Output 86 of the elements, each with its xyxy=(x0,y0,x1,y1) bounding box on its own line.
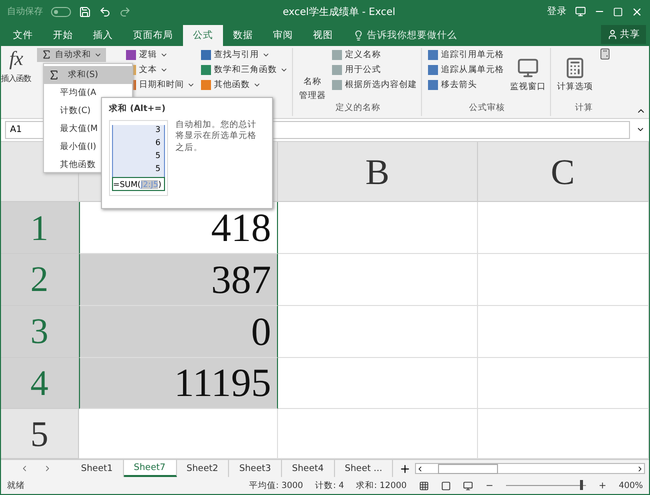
zoom-level[interactable]: 400% xyxy=(618,480,643,491)
tell-me-field[interactable]: 告诉我你想要做什么 xyxy=(367,28,457,42)
ribbon-tab[interactable]: 文件 xyxy=(3,24,43,46)
tooltip-title: 求和 (Alt+=) xyxy=(109,103,167,115)
previous-sheet-icon[interactable] xyxy=(20,464,29,474)
calculation-options-button[interactable]: 计算选项 xyxy=(557,48,593,102)
menu-item[interactable]: 求和(S) xyxy=(44,66,132,84)
group-label: 定义的名称 xyxy=(334,102,382,115)
average-readout: 平均值: 3000 xyxy=(248,480,304,492)
autosum-button[interactable]: 自动求和 xyxy=(37,48,106,62)
autosave-toggle[interactable] xyxy=(51,6,71,17)
page-layout-icon[interactable] xyxy=(440,480,451,491)
ribbon-tab[interactable]: 插入 xyxy=(83,24,123,46)
table-cell: 0 xyxy=(78,306,278,358)
defined-name-button[interactable]: 用于公式 xyxy=(332,62,417,77)
ribbon-tab[interactable]: 开始 xyxy=(43,24,83,46)
category-icon xyxy=(126,50,136,60)
table-cell: 387 xyxy=(78,254,278,306)
monitor-icon xyxy=(517,56,539,79)
function-category-button[interactable]: 查找与引用 xyxy=(201,48,288,62)
sheet-tab[interactable]: Sheet7 xyxy=(124,460,176,478)
normal-view-icon[interactable] xyxy=(418,480,429,491)
function-category-button[interactable]: 数学和三角函数 xyxy=(201,62,288,77)
redo-icon[interactable] xyxy=(119,6,131,18)
insert-function-button[interactable]: fx 插入函数 xyxy=(1,48,31,116)
row-header[interactable]: 5 xyxy=(1,409,79,460)
ribbon-tab[interactable]: 审阅 xyxy=(263,24,303,46)
sum-readout: 求和: 12000 xyxy=(356,480,407,492)
category-icon xyxy=(201,64,211,75)
defined-name-button[interactable]: 定义名称 xyxy=(332,48,417,62)
tooltip-description: 自动相加。您的总计将显示在所选单元格之后。 xyxy=(176,120,258,155)
user-icon xyxy=(607,28,618,40)
close-icon[interactable] xyxy=(631,6,643,18)
status-text: 就绪 xyxy=(7,480,25,492)
ribbon-tab[interactable]: 视图 xyxy=(303,24,343,46)
row-header[interactable]: 1 xyxy=(1,202,79,254)
ribbon-tab[interactable]: 数据 xyxy=(223,24,263,46)
name-manager-button[interactable]: 名称 管理器 xyxy=(299,48,326,102)
name-tag-icon xyxy=(332,64,342,75)
arrow-trace-icon xyxy=(428,64,438,75)
watch-window-button[interactable]: 监视窗口 xyxy=(510,48,546,102)
arrow-trace-icon xyxy=(428,80,438,90)
calculator-icon[interactable] xyxy=(599,48,611,60)
name-tag-icon xyxy=(332,80,342,90)
count-readout: 计数: 4 xyxy=(315,480,344,492)
sum-example-drawing: 3 6 5 5 =SUM(J2:J5) xyxy=(109,120,168,196)
scroll-right-icon[interactable] xyxy=(636,464,644,473)
row-header[interactable]: 2 xyxy=(1,254,79,306)
column-header[interactable]: B xyxy=(278,142,478,202)
zoom-in-icon[interactable] xyxy=(598,481,607,490)
next-sheet-icon[interactable] xyxy=(43,464,52,474)
undo-icon[interactable] xyxy=(99,6,111,18)
maximize-icon[interactable] xyxy=(613,6,623,17)
share-button[interactable]: 共享 xyxy=(601,24,646,44)
zoom-slider-thumb[interactable] xyxy=(580,480,583,490)
add-sheet-icon[interactable] xyxy=(399,462,412,475)
defined-name-button[interactable]: 根据所选内容创建 xyxy=(332,78,417,92)
lightbulb-icon xyxy=(353,30,364,41)
sigma-icon xyxy=(48,69,60,81)
autosave-label: 自动保存 xyxy=(7,6,43,18)
column-header[interactable]: C xyxy=(478,142,649,202)
horizontal-scrollbar[interactable] xyxy=(415,463,645,474)
page-break-icon[interactable] xyxy=(462,480,473,491)
login-link[interactable]: 登录 xyxy=(547,5,567,18)
sigma-icon xyxy=(41,49,52,60)
row-header[interactable]: 4 xyxy=(1,358,79,410)
table-cell: 11195 xyxy=(78,358,278,410)
auditing-button[interactable]: 追踪引用单元格 xyxy=(428,48,504,62)
category-icon xyxy=(201,80,211,90)
ribbon-tab[interactable]: 公式 xyxy=(183,24,223,46)
save-icon[interactable] xyxy=(79,6,91,18)
group-label: 公式审核 xyxy=(468,102,506,115)
calculator-icon xyxy=(564,56,586,79)
ribbon-display-icon[interactable] xyxy=(575,6,586,18)
row-header[interactable]: 3 xyxy=(1,306,79,358)
ribbon-tab[interactable]: 页面布局 xyxy=(123,24,183,46)
auditing-button[interactable]: 移去箭头 xyxy=(428,78,504,92)
category-icon xyxy=(201,50,211,60)
window-title: excel学生成绩单 - Excel xyxy=(282,6,396,19)
group-label: 计算 xyxy=(574,102,594,115)
name-tag-icon xyxy=(332,50,342,60)
arrow-trace-icon xyxy=(428,50,438,60)
auditing-button[interactable]: 追踪从属单元格 xyxy=(428,62,504,77)
function-category-button[interactable]: 逻辑 xyxy=(126,48,195,62)
scroll-left-icon[interactable] xyxy=(416,464,424,473)
function-category-button[interactable]: 其他函数 xyxy=(201,78,288,92)
